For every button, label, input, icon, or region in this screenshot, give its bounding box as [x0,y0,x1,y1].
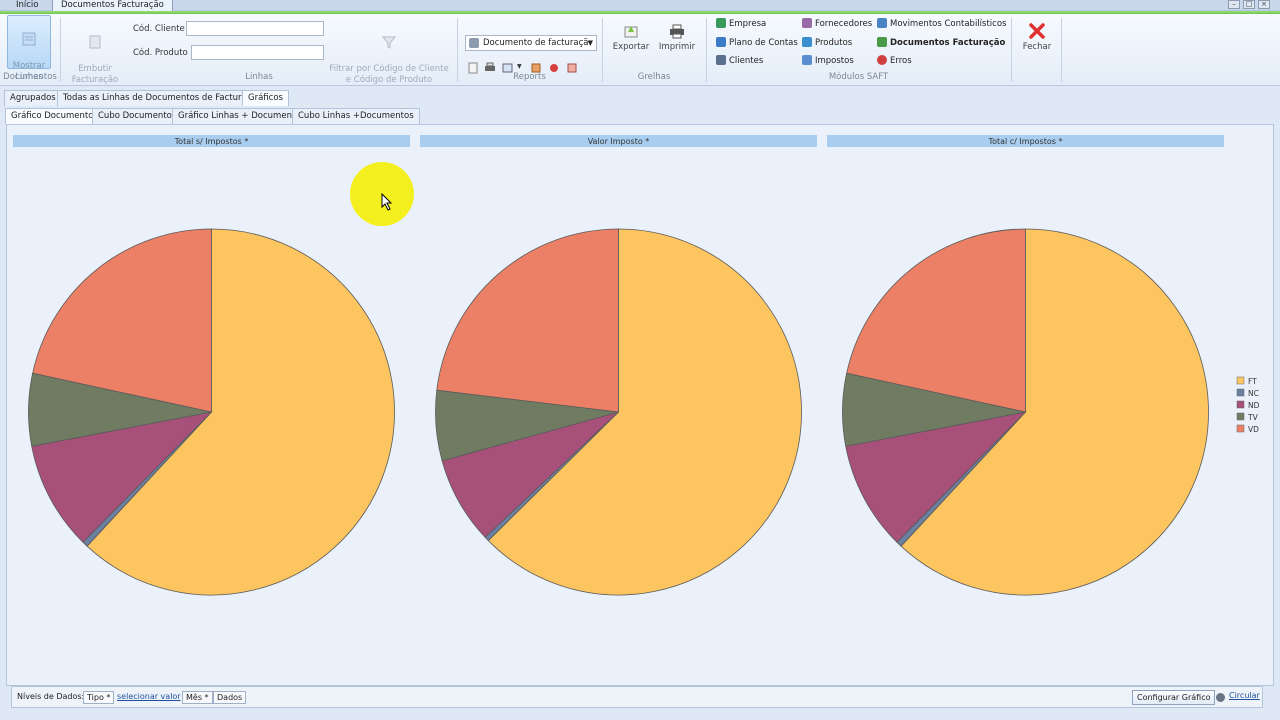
cod-produto-label: Cód. Produto [133,48,188,58]
circular-link[interactable]: Circular [1229,691,1260,700]
minimize-icon[interactable]: – [1228,0,1240,9]
taxes-icon [802,55,812,65]
saft-movimentos-link[interactable]: Movimentos Contabilísticos [877,18,1006,29]
legend-swatch-nc [1236,388,1245,397]
app-tab-documentos-facturacao[interactable]: Documentos Facturação [52,0,173,11]
main-tabs: Agrupados Todas as Linhas de Documentos … [0,90,1280,106]
configurar-grafico-button[interactable]: Configurar Gráfico [1132,690,1216,705]
app-tab-inicio[interactable]: Início [8,0,47,11]
pie-type-icon [1216,693,1225,702]
tab-todas-linhas[interactable]: Todas as Linhas de Documentos de Factura… [57,90,268,106]
mouse-cursor-icon [381,193,393,211]
export-icon [624,26,638,38]
chevron-down-icon[interactable]: ▼ [517,63,522,70]
reports-select-value: Documento de facturaçã [483,38,589,48]
pie-charts: Total s/ Impostos * Valor Imposto * Total … [13,135,1260,596]
legend-swatch-vd [1236,424,1245,433]
error-icon [877,55,887,65]
embed-icon [89,35,101,49]
tipo-field-chip[interactable]: Tipo * [83,691,115,704]
saft-empresa-link[interactable]: Empresa [716,18,766,29]
mes-field-chip[interactable]: Mês * [182,691,213,704]
saft-documentos-facturacao-link[interactable]: Documentos Facturação [877,37,1005,48]
tab-graficos[interactable]: Gráficos [242,90,289,106]
saft-erros-link[interactable]: Erros [877,55,912,66]
tab-agrupados[interactable]: Agrupados [4,90,62,106]
printer-icon [670,24,684,39]
dados-field-chip[interactable]: Dados [213,691,247,704]
chart-title: Valor Imposto * [588,137,650,146]
saft-plano-label: Plano de Contas [729,38,798,48]
chart-tabs: Gráfico Documentos Cubo Documentos Gráfi… [0,108,1280,124]
products-icon [802,37,812,47]
movements-icon [877,18,887,28]
saft-impostos-link[interactable]: Impostos [802,55,854,66]
ribbon: Mostrar Linhas Documentos Embutir Factur… [0,14,1280,86]
imprimir-button[interactable]: Imprimir [657,22,697,53]
legend-label-nd: ND [1248,401,1260,410]
chevron-down-icon: ▼ [587,39,593,47]
saft-impostos-label: Impostos [815,56,854,66]
selecionar-valor-link[interactable]: selecionar valor [114,691,184,704]
company-icon [716,18,726,28]
lines-icon [22,32,36,46]
legend-label-vd: VD [1248,425,1259,434]
saft-empresa-label: Empresa [729,19,767,29]
cod-cliente-input[interactable] [186,21,324,36]
chart-title: Total s/ Impostos * [174,137,249,146]
group-label-linhas: Linhas [245,72,273,82]
group-label-reports: Reports [513,72,546,82]
saft-fornecedores-label: Fornecedores [815,19,873,29]
niveis-label: Níveis de Dados: [17,692,85,701]
fechar-button[interactable]: Fechar [1020,22,1054,53]
invoices-icon [877,37,887,47]
legend-swatch-tv [1236,412,1245,421]
group-label-documentos: Documentos [3,72,57,82]
cod-produto-input[interactable] [191,45,324,60]
close-x-icon [1029,23,1045,39]
accounts-icon [716,37,726,47]
reports-select[interactable]: Documento de facturaçã ▼ [465,35,597,51]
close-icon[interactable]: × [1258,0,1270,9]
saft-fornecedores-link[interactable]: Fornecedores [802,18,872,29]
data-levels-bar: Níveis de Dados: Tipo * selecionar valor… [11,686,1263,708]
tab-grafico-linhas-documentos[interactable]: Gráfico Linhas + Documentos [172,108,311,124]
clients-icon [716,55,726,65]
exportar-button[interactable]: Exportar [612,22,650,53]
app-tab-strip: Início Documentos Facturação – □ × [0,0,1280,11]
saft-clientes-link[interactable]: Clientes [716,55,763,66]
tab-cubo-documentos[interactable]: Cubo Documentos [92,108,183,124]
chart-title: Total c/ Impostos * [988,137,1063,146]
chart-panel: Total s/ Impostos * Valor Imposto * Total … [6,124,1274,686]
legend-swatch-ft [1236,376,1245,385]
saft-plano-contas-link[interactable]: Plano de Contas [716,37,798,48]
mostrar-linhas-button[interactable]: Mostrar Linhas [7,15,51,82]
saft-clientes-label: Clientes [729,56,764,66]
ribbon-separator [1011,18,1012,82]
filter-icon [381,36,397,49]
suppliers-icon [802,18,812,28]
group-label-saft: Módulos SAFT [828,72,889,82]
saft-movimentos-label: Movimentos Contabilísticos [890,19,1007,29]
saft-documentos-label: Documentos Facturação [890,38,1006,48]
tab-grafico-documentos[interactable]: Gráfico Documentos [5,108,104,124]
pie-slice-vd [436,228,619,413]
saft-produtos-label: Produtos [815,38,853,48]
ribbon-separator [1061,18,1062,82]
exportar-label: Exportar [612,42,650,52]
imprimir-label: Imprimir [658,42,696,52]
fechar-label: Fechar [1022,42,1052,52]
saft-erros-label: Erros [890,56,912,66]
legend-swatch-nd [1236,400,1245,409]
legend-label-tv: TV [1247,413,1259,422]
cod-cliente-label: Cód. Cliente [133,24,185,34]
group-label-grelhas: Grelhas [637,72,671,82]
document-icon [469,38,479,48]
legend-label-ft: FT [1248,377,1257,386]
saft-produtos-link[interactable]: Produtos [802,37,852,48]
tab-cubo-linhas-documentos[interactable]: Cubo Linhas +Documentos [292,108,420,124]
legend-label-nc: NC [1248,389,1259,398]
ribbon-separator [60,18,61,82]
maximize-icon[interactable]: □ [1243,0,1255,9]
